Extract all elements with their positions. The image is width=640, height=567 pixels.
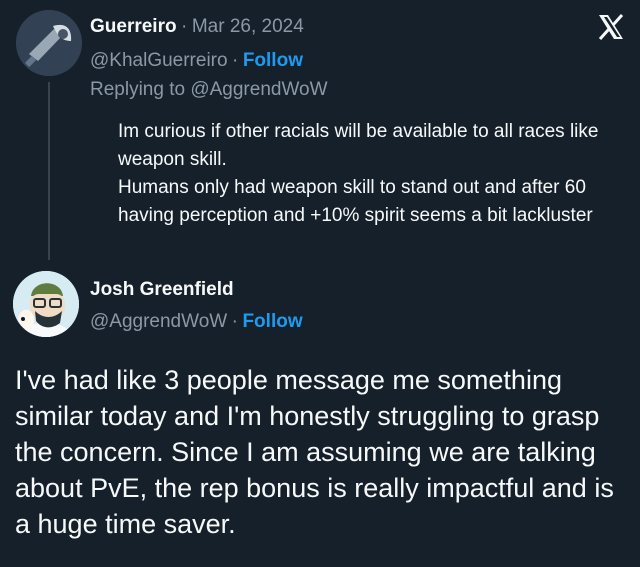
axe-avatar-image (16, 10, 82, 76)
main-follow-separator: · (231, 311, 238, 332)
cartoon-avatar-image (13, 271, 79, 337)
replying-to: Replying to @AggrendWoW (90, 79, 328, 101)
reply-display-name[interactable]: Guerreiro (90, 16, 177, 37)
reply-line-2: Humans only had weapon skill to stand ou… (118, 177, 593, 226)
main-handle[interactable]: @AggrendWoW (90, 311, 227, 332)
x-logo-icon[interactable] (596, 12, 626, 42)
reply-date-separator: · (181, 16, 188, 37)
reply-header: Guerreiro · Mar 26, 2024 (90, 16, 304, 38)
main-header: Josh Greenfield (90, 279, 234, 301)
reply-body: Im curious if other racials will be avai… (118, 118, 613, 230)
reply-date[interactable]: Mar 26, 2024 (192, 16, 304, 37)
reply-line-1: Im curious if other racials will be avai… (118, 121, 599, 170)
main-follow-button[interactable]: Follow (242, 311, 302, 332)
thread-line (48, 82, 50, 260)
reply-follow-separator: · (232, 50, 239, 71)
replying-to-text[interactable]: Replying to @AggrendWoW (90, 79, 328, 100)
reply-handle[interactable]: @KhalGuerreiro (90, 50, 228, 71)
guerreiro-avatar[interactable] (16, 10, 82, 76)
reply-handle-row: @KhalGuerreiro · Follow (90, 50, 303, 72)
main-body: I've had like 3 people message me someth… (15, 365, 614, 539)
main-handle-row: @AggrendWoW · Follow (90, 311, 303, 333)
reply-follow-button[interactable]: Follow (243, 50, 303, 71)
josh-greenfield-avatar[interactable] (13, 271, 79, 337)
main-display-name[interactable]: Josh Greenfield (90, 279, 234, 300)
